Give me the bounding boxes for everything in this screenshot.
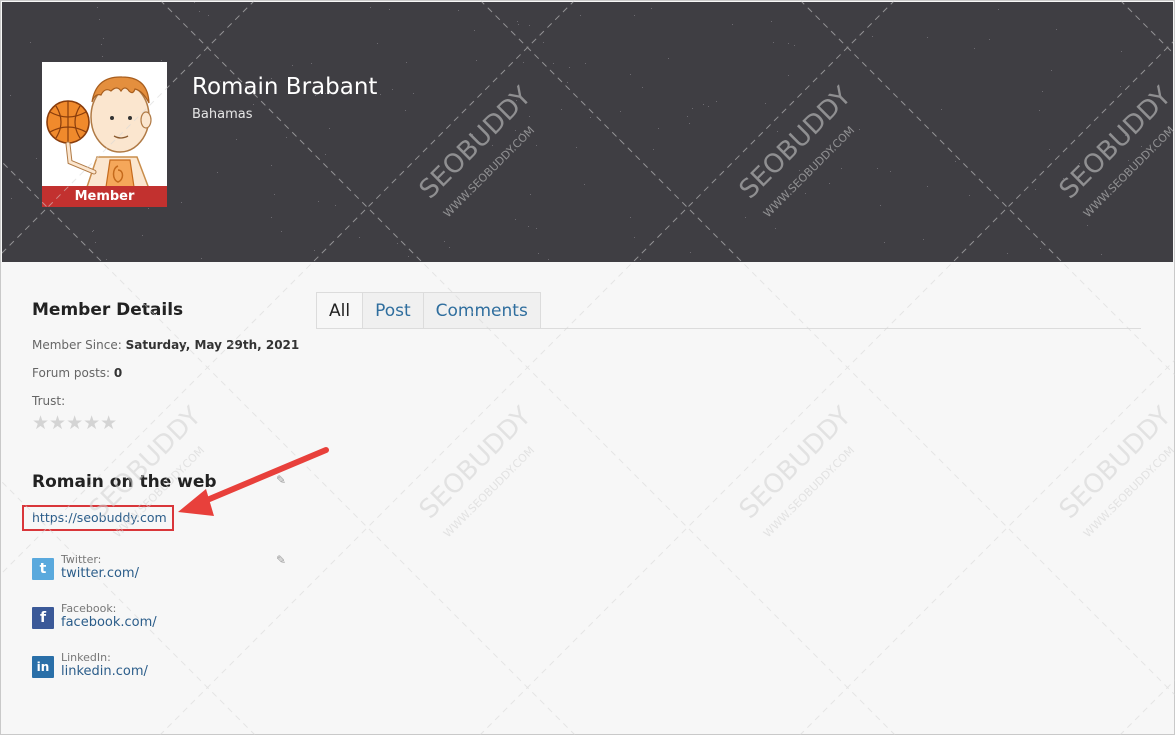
linkedin-icon: in bbox=[32, 656, 54, 678]
twitter-icon: t bbox=[32, 558, 54, 580]
tab-post[interactable]: Post bbox=[362, 292, 424, 328]
member-since-row: Member Since: Saturday, May 29th, 2021 bbox=[32, 338, 302, 352]
trust-label: Trust: bbox=[32, 394, 66, 408]
tab-all[interactable]: All bbox=[316, 292, 364, 329]
tab-comments[interactable]: Comments bbox=[422, 292, 541, 328]
twitter-label: Twitter: bbox=[61, 553, 102, 566]
edit-pencil-icon[interactable]: ✎ bbox=[276, 473, 286, 487]
facebook-icon: f bbox=[32, 607, 54, 629]
member-since-value: Saturday, May 29th, 2021 bbox=[125, 338, 300, 352]
website-link[interactable]: https://seobuddy.com bbox=[32, 510, 167, 525]
member-details-title: Member Details bbox=[32, 300, 184, 320]
member-badge: Member bbox=[42, 186, 167, 207]
tabs-divider bbox=[316, 328, 1141, 329]
forum-posts-row: Forum posts: 0 bbox=[32, 366, 302, 380]
facebook-label: Facebook: bbox=[61, 602, 117, 615]
forum-posts-label: Forum posts: bbox=[32, 366, 111, 380]
activity-tabs: All Post Comments bbox=[316, 292, 541, 329]
avatar[interactable]: Member bbox=[42, 62, 167, 207]
profile-name: Romain Brabant bbox=[192, 74, 378, 100]
member-since-label: Member Since: bbox=[32, 338, 122, 352]
linkedin-link[interactable]: linkedin.com/ bbox=[61, 664, 148, 679]
forum-posts-value: 0 bbox=[113, 366, 123, 380]
facebook-link[interactable]: facebook.com/ bbox=[61, 615, 157, 630]
twitter-link[interactable]: twitter.com/ bbox=[61, 566, 139, 581]
edit-social-pencil-icon[interactable]: ✎ bbox=[276, 553, 286, 567]
trust-row: Trust: bbox=[32, 394, 302, 408]
linkedin-label: LinkedIn: bbox=[61, 651, 111, 664]
on-the-web-title: Romain on the web bbox=[32, 472, 217, 492]
profile-header: Member Romain Brabant Bahamas bbox=[2, 2, 1173, 262]
profile-location: Bahamas bbox=[192, 107, 253, 122]
trust-stars: ★★★★★ bbox=[32, 412, 118, 434]
member-details-panel: Member Details Member Since: Saturday, M… bbox=[32, 300, 302, 434]
